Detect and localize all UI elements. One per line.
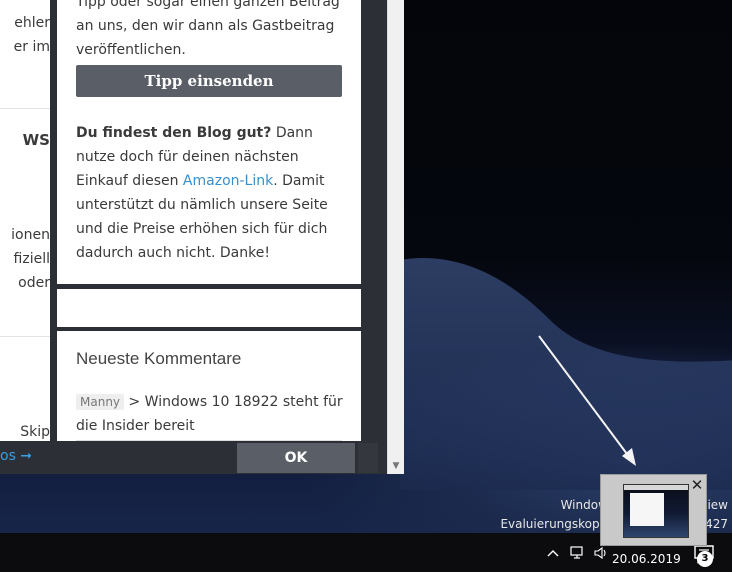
left-heading[interactable]: WS [23,131,50,149]
browser-window: ehler er im WS ionen fiziell oder Skip T… [0,0,404,474]
close-icon[interactable]: ✕ [687,475,707,495]
cookie-ok-button[interactable]: OK [237,443,355,473]
left-text-line: Skip [20,424,50,440]
comments-heading: Neueste Kommentare [76,349,242,368]
thumbnail-titlebar [624,485,688,490]
left-article-column: ehler er im WS ionen fiziell oder Skip [0,0,50,474]
comment-author[interactable]: Manny [76,394,125,410]
left-text-line: er im [13,39,50,55]
browser-scrollbar[interactable]: ▼ [387,0,404,474]
show-hidden-icons-chevron-icon[interactable] [544,533,562,572]
comment-item: Manny > Windows 10 18922 steht für die I… [76,390,351,438]
desktop-wallpaper-hill [400,258,732,490]
cookie-bar-edge [358,443,378,473]
promo-text: Du findest den Blog gut? Dann nutze doch… [76,121,351,265]
left-text-line: oder [18,275,50,291]
desktop-preview-thumbnail[interactable]: ✕ [600,474,707,546]
divider [0,336,50,337]
tip-text: Tipp oder sogar einen ganzen Beitrag an … [76,0,340,58]
left-text-line: ionen [11,227,50,243]
sidebar-widget-comments: Neueste Kommentare Manny > Windows 10 18… [57,331,361,446]
thumbnail-window [630,493,664,526]
left-text-line: fiziell [13,251,50,267]
thumbnail-image [623,484,689,538]
promo-bold: Du findest den Blog gut? [76,125,272,141]
sidebar-widget-empty [57,289,361,327]
left-text-line: ehler [14,15,50,31]
sidebar-widget-tip: Tipp oder sogar einen ganzen Beitrag an … [57,0,361,284]
scroll-down-arrow-icon[interactable]: ▼ [388,460,404,472]
taskbar-date[interactable]: 20.06.2019 [612,552,681,566]
tip-submit-button[interactable]: Tipp einsenden [76,65,342,97]
cookie-more-link[interactable]: os ➞ [0,448,32,464]
notification-count-badge: 3 [697,551,713,567]
cookie-bar: os ➞ OK [0,441,378,474]
divider [0,108,50,109]
network-icon[interactable] [567,533,589,572]
amazon-link[interactable]: Amazon-Link [183,173,273,189]
